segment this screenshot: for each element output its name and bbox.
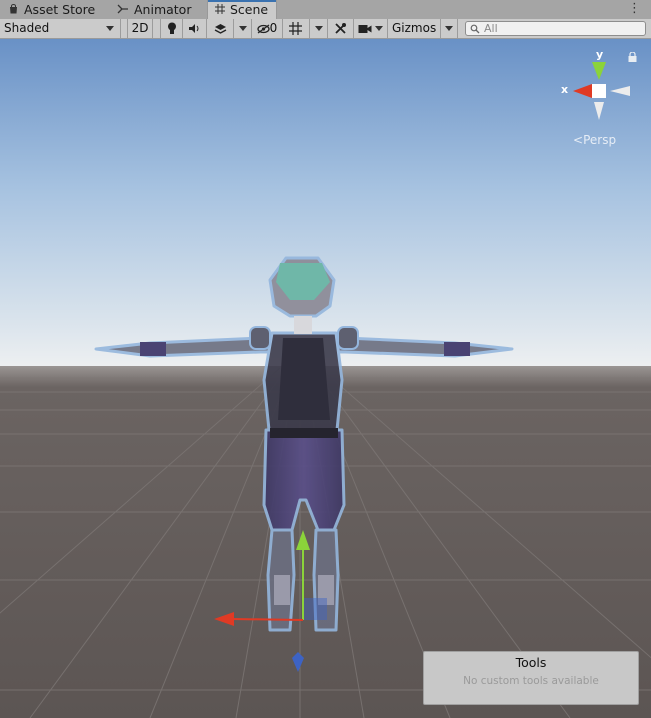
tools-title: Tools xyxy=(515,655,547,670)
torso-panel xyxy=(278,338,330,420)
chevron-down-icon xyxy=(375,26,384,31)
draw-mode-label: Shaded xyxy=(4,21,50,35)
gizmo-center-cube[interactable] xyxy=(592,84,606,98)
tab-scene[interactable]: Scene xyxy=(207,0,277,19)
grid-icon xyxy=(215,1,225,21)
chevron-down-icon xyxy=(314,26,323,31)
belt xyxy=(270,428,338,438)
chevron-down-icon xyxy=(106,26,114,31)
gizmos-label: Gizmos xyxy=(392,21,437,35)
audio-toggle[interactable] xyxy=(183,19,207,38)
gizmo-x-axis[interactable] xyxy=(231,618,304,621)
speaker-icon xyxy=(189,24,199,33)
layers-icon xyxy=(214,23,226,34)
search-icon xyxy=(470,24,480,34)
wrench-icon xyxy=(335,23,346,34)
gizmo-xy-plane[interactable] xyxy=(303,598,327,620)
2d-mode-toggle[interactable]: 2D xyxy=(127,19,153,38)
more-options-icon[interactable]: ⋮ xyxy=(628,1,641,17)
tools-overlay[interactable]: Tools No custom tools available xyxy=(423,651,639,705)
lightbulb-icon xyxy=(167,22,176,34)
axis-x-label: x xyxy=(561,83,569,96)
grid-dropdown[interactable] xyxy=(310,19,328,38)
tab-label: Asset Store xyxy=(24,2,96,17)
camera-settings-dropdown[interactable] xyxy=(354,19,388,38)
effects-toggle[interactable] xyxy=(207,19,234,38)
chevron-down-icon xyxy=(445,26,453,31)
neck xyxy=(294,316,312,334)
tab-label: Animator xyxy=(134,2,192,17)
hidden-count: 0 xyxy=(269,21,278,35)
tab-label: Scene xyxy=(230,2,269,17)
grid-snap-icon xyxy=(289,22,302,35)
camera-icon xyxy=(358,24,372,33)
eye-slash-icon xyxy=(257,23,270,34)
tools-toggle[interactable] xyxy=(328,19,354,38)
lighting-toggle[interactable] xyxy=(160,19,183,38)
animator-icon xyxy=(117,1,129,21)
chevron-down-icon xyxy=(238,26,247,31)
left-shin-plate xyxy=(274,575,290,605)
scene-render xyxy=(0,39,651,718)
axis-y-label: y xyxy=(596,48,604,61)
left-shoulder-pad xyxy=(249,326,271,350)
right-shoulder-pad xyxy=(337,326,359,350)
hidden-objects-toggle[interactable]: 0 xyxy=(252,19,283,38)
tab-asset-store[interactable]: Asset Store xyxy=(8,0,95,19)
tab-animator[interactable]: Animator xyxy=(117,0,191,19)
projection-toggle[interactable]: <Persp xyxy=(573,133,616,147)
search-placeholder: All xyxy=(484,22,498,35)
sky xyxy=(0,39,651,369)
right-forearm-band xyxy=(444,342,470,356)
scene-viewport[interactable] xyxy=(0,39,651,718)
lock-icon[interactable] xyxy=(628,52,637,62)
tab-bar: Asset Store Animator Scene ⋮ xyxy=(0,0,651,20)
left-forearm-band xyxy=(140,342,166,356)
projection-label: Persp xyxy=(583,133,617,147)
scene-search-field[interactable]: All xyxy=(465,21,646,36)
perspective-icon: < xyxy=(573,133,584,147)
grid-toggle[interactable] xyxy=(283,19,310,38)
gizmos-dropdown[interactable] xyxy=(440,19,458,38)
draw-mode-dropdown[interactable]: Shaded xyxy=(0,19,121,38)
2d-mode-label: 2D xyxy=(131,21,149,35)
shopping-bag-icon xyxy=(8,1,19,21)
tools-subtitle: No custom tools available xyxy=(463,675,599,687)
effects-dropdown[interactable] xyxy=(234,19,252,38)
